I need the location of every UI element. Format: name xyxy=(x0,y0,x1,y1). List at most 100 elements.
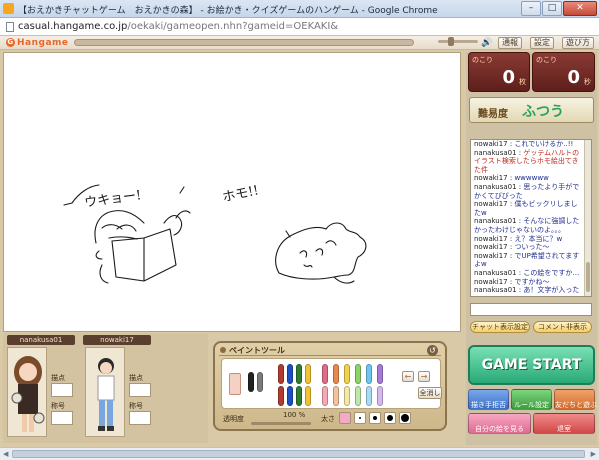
speaker-icon[interactable]: 🔊 xyxy=(481,38,492,48)
size-1[interactable] xyxy=(354,412,366,424)
chat-line: nanakusa01 : そんなに強調したかったわけじゃないのよ。。。 xyxy=(471,217,591,234)
remaining-unit: 枚 xyxy=(519,78,526,86)
chat-log[interactable]: nowaki17 : これでいけるか..!! nanakusa01 : ゲッテムハ… xyxy=(470,139,592,297)
color-pen[interactable] xyxy=(278,386,284,406)
paint-tool: ペイントツール ↺ ← → 全消し 透明度 100 % 太さ xyxy=(213,341,447,431)
help-button[interactable]: 遊び方 xyxy=(562,37,594,49)
remaining-time-value: 0 xyxy=(567,67,580,88)
exit-room-button[interactable]: 退室 xyxy=(533,413,595,434)
tab-favicon-icon xyxy=(3,3,14,14)
color-pen[interactable] xyxy=(305,364,311,384)
paint-footer: 透明度 100 % 太さ xyxy=(221,411,441,426)
chat-line: nowaki17 : ですかね～ xyxy=(471,278,591,287)
paint-tool-title: ペイントツール xyxy=(220,346,285,355)
refresh-icon[interactable]: ↺ xyxy=(427,345,438,356)
right-panel: のこり 0 枚 のこり 0 秒 難易度 ふつう nowaki17 : これでいけ… xyxy=(466,52,597,445)
clear-all-button[interactable]: 全消し xyxy=(418,387,442,399)
hangame-logo-text: Hangame xyxy=(17,38,69,48)
color-pen[interactable] xyxy=(287,386,293,406)
size-2[interactable] xyxy=(369,412,381,424)
chat-user: nowaki17 xyxy=(474,174,508,183)
chat-message: ついった～ xyxy=(514,243,550,252)
window-titlebar: 【おえかきチャットゲーム おえかきの森】 - お絵かき・クイズゲームのハンゲーム… xyxy=(0,0,599,18)
report-button[interactable]: 通報 xyxy=(498,37,522,49)
girl-avatar-icon xyxy=(11,356,45,432)
color-pen[interactable] xyxy=(257,372,263,392)
color-pen[interactable] xyxy=(366,364,372,384)
horizontal-scroll-thumb[interactable] xyxy=(12,450,585,458)
color-pen[interactable] xyxy=(322,386,328,406)
difficulty-value: ふつう xyxy=(522,104,564,120)
color-pen[interactable] xyxy=(355,386,361,406)
refuse-drawer-button[interactable]: 描き手拒否 xyxy=(468,389,509,410)
chat-scroll-thumb[interactable] xyxy=(586,262,590,292)
chat-input[interactable] xyxy=(470,303,592,316)
chat-line: nowaki17 : ついった～ xyxy=(471,243,591,252)
color-pen[interactable] xyxy=(248,372,254,392)
color-pen[interactable] xyxy=(278,364,284,384)
eraser-tool[interactable] xyxy=(229,373,241,395)
chat-user: nanakusa01 xyxy=(474,182,517,191)
color-pen[interactable] xyxy=(322,364,328,384)
opacity-label: 透明度 xyxy=(223,415,244,423)
color-pen[interactable] xyxy=(366,386,372,406)
player-avatar-2[interactable] xyxy=(85,347,125,437)
hangame-g-icon: G xyxy=(6,38,15,47)
chat-line: nanakusa01 : あ！文字が入ったww xyxy=(471,286,591,296)
size-3[interactable] xyxy=(384,412,396,424)
color-pen[interactable] xyxy=(333,386,339,406)
remaining-value: 0 xyxy=(502,67,515,88)
color-pen[interactable] xyxy=(377,364,383,384)
close-button[interactable]: ✕ xyxy=(563,1,597,16)
hide-comments-button[interactable]: コメント非表示 xyxy=(533,321,592,333)
chat-scrollbar[interactable] xyxy=(584,140,591,296)
color-pen[interactable] xyxy=(377,386,383,406)
player-name-1: nanakusa01 xyxy=(7,335,75,345)
color-pen[interactable] xyxy=(287,364,293,384)
player2-title-label: 称号 xyxy=(129,402,143,410)
window-controls: – □ ✕ xyxy=(521,1,597,16)
color-pen[interactable] xyxy=(305,386,311,406)
redo-button[interactable]: → xyxy=(418,371,430,382)
window-title: 【おえかきチャットゲーム おえかきの森】 - お絵かき・クイズゲームのハンゲーム… xyxy=(18,6,438,16)
url-host: casual.hangame.co.jp xyxy=(18,21,128,32)
color-pen[interactable] xyxy=(296,386,302,406)
rule-settings-button[interactable]: ルール設定 xyxy=(511,389,552,410)
minimize-button[interactable]: – xyxy=(521,1,541,16)
hangame-logo[interactable]: G Hangame xyxy=(6,38,69,48)
chat-user: nowaki17 xyxy=(474,277,508,286)
chat-display-settings-button[interactable]: チャット表示設定 xyxy=(470,321,530,333)
remaining-time-unit: 秒 xyxy=(584,78,591,86)
size-pink-box[interactable] xyxy=(339,412,351,424)
color-pen[interactable] xyxy=(355,364,361,384)
game-start-button[interactable]: GAME START xyxy=(468,345,595,385)
color-pen[interactable] xyxy=(333,364,339,384)
scroll-right-icon[interactable]: ▶ xyxy=(591,450,596,458)
volume-slider[interactable] xyxy=(438,37,478,46)
settings-button[interactable]: 設定 xyxy=(530,37,554,49)
horizontal-scrollbar[interactable]: ◀ ▶ xyxy=(0,447,599,460)
chat-user: nowaki17 xyxy=(474,234,508,243)
chat-line: nowaki17 : wwwwww xyxy=(471,174,591,183)
chat-message: この絵をですか… xyxy=(523,268,580,277)
color-pen[interactable] xyxy=(296,364,302,384)
undo-button[interactable]: ← xyxy=(402,371,414,382)
address-bar[interactable]: casual.hangame.co.jp/oekaki/gameopen.nhn… xyxy=(0,18,599,36)
chat-line: nowaki17 : でUP希望されてますよw xyxy=(471,252,591,269)
drawing-canvas[interactable]: ウキョー! ホモ!! xyxy=(3,52,461,332)
game-header-bar: G Hangame 🔊 通報 設定 遊び方 xyxy=(0,36,599,50)
volume-knob[interactable] xyxy=(448,37,454,46)
view-my-pictures-button[interactable]: 自分の絵を見る xyxy=(468,413,531,434)
maximize-button[interactable]: □ xyxy=(542,1,562,16)
size-4[interactable] xyxy=(399,412,411,424)
scroll-left-icon[interactable]: ◀ xyxy=(3,450,8,458)
color-pen[interactable] xyxy=(344,364,350,384)
play-with-friends-button[interactable]: 友だちと遊ぶ xyxy=(554,389,597,410)
url-text[interactable]: casual.hangame.co.jp/oekaki/gameopen.nhn… xyxy=(18,21,338,32)
opacity-slider[interactable] xyxy=(251,422,311,425)
color-pen[interactable] xyxy=(344,386,350,406)
player1-title-box xyxy=(51,411,73,425)
chat-user: nowaki17 xyxy=(474,243,508,252)
player-avatar-1[interactable] xyxy=(7,347,47,437)
chat-message: これでいけるか..!! xyxy=(514,140,574,148)
